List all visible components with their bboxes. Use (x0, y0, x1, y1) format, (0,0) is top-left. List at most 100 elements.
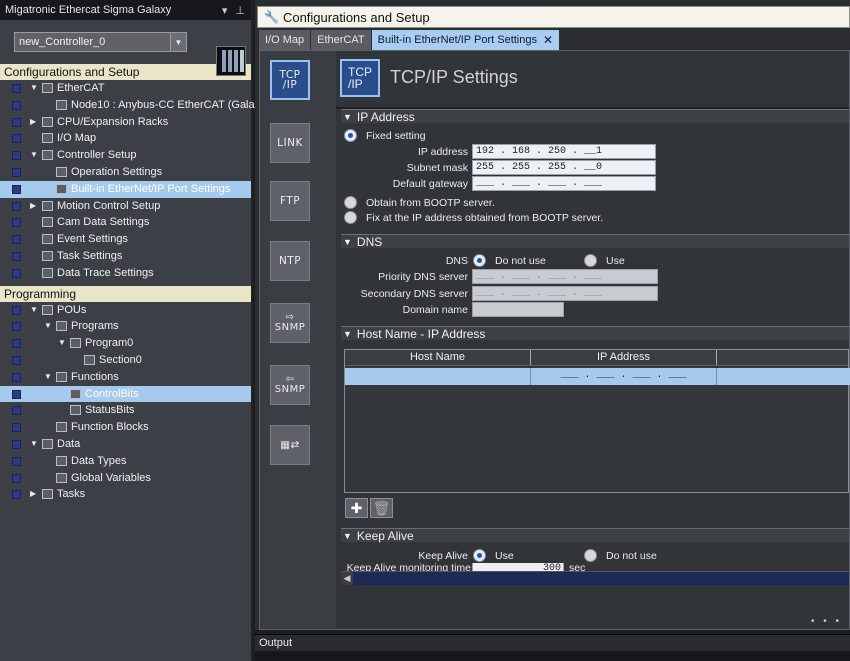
controller-select[interactable]: new_Controller_0 ▼ (14, 32, 187, 52)
tree-item-label: Data (57, 437, 81, 450)
scroll-left-icon[interactable]: ◀ (341, 572, 353, 585)
tree-item-operation-settings[interactable]: Operation Settings (0, 164, 251, 181)
tab-ethercat[interactable]: EtherCAT (311, 30, 372, 50)
item-marker-icon (12, 117, 21, 127)
fixed-setting-label: Fixed setting (366, 130, 426, 142)
tree-item-motion-control-setup[interactable]: ▶ Motion Control Setup (0, 198, 251, 215)
config-section-header[interactable]: Configurations and Setup (0, 64, 251, 80)
host-name-column[interactable]: Host Name (345, 350, 531, 365)
tree-item-label: ControlBits (85, 387, 139, 400)
tree-item-event-settings[interactable]: Event Settings (0, 231, 251, 248)
programming-section-header[interactable]: Programming (0, 285, 251, 302)
collapse-icon: ▼ (343, 236, 352, 247)
packet-filter-icon[interactable]: ▦⇄ (270, 425, 310, 465)
expand-right-icon[interactable]: ▶ (30, 117, 40, 126)
tab-io-map[interactable]: I/O Map (259, 30, 312, 50)
output-panel: Output (255, 634, 850, 661)
subnet-mask-field[interactable]: 255 . 255 . 255 . __0 (472, 160, 656, 175)
dropdown-icon[interactable]: ▾ (222, 4, 228, 17)
fix-bootp-radio[interactable] (344, 211, 357, 224)
host-ip-table: Host Name IP Address ___ . ___ . ___ . _… (344, 349, 850, 493)
tree-item-task-settings[interactable]: Task Settings (0, 248, 251, 265)
tree-item-data-trace-settings[interactable]: Data Trace Settings (0, 265, 251, 282)
delete-row-button[interactable]: 🗑 (370, 498, 393, 518)
link-icon[interactable]: LINK (270, 123, 310, 163)
tree-item-global-variables[interactable]: Global Variables (0, 470, 251, 487)
tree-item-label: Task Settings (57, 249, 123, 262)
tree-item-pous[interactable]: ▼ POUs (0, 302, 251, 319)
resize-grip-icon[interactable]: • • • (782, 616, 842, 628)
table-row[interactable]: ___ . ___ . ___ . ___ (345, 368, 850, 385)
dns-do-not-use-radio[interactable] (473, 254, 486, 267)
tree-item-functions[interactable]: ▼ Functions (0, 369, 251, 386)
ip-address-cell[interactable]: ___ . ___ . ___ . ___ (531, 368, 717, 385)
tree-item-data[interactable]: ▼ Data (0, 436, 251, 453)
wrench-icon: 🔧 (264, 10, 279, 24)
tree-item-program0[interactable]: ▼ Program0 (0, 335, 251, 352)
snmp-trap-icon[interactable]: ⇦ SNMP (270, 365, 310, 405)
expand-down-icon[interactable]: ▼ (44, 321, 54, 330)
host-group-header[interactable]: ▼ Host Name - IP Address (341, 326, 849, 341)
tcpip-page-icon: TCP/IP (340, 59, 380, 97)
ip-address-field[interactable]: 192 . 168 . 250 . __1 (472, 144, 656, 159)
bootp-radio[interactable] (344, 196, 357, 209)
editor-titlebar: 🔧 Configurations and Setup (257, 6, 850, 28)
keepalive-do-not-use-radio[interactable] (584, 549, 597, 562)
expand-right-icon[interactable]: ▶ (30, 489, 40, 498)
group-title: Host Name - IP Address (356, 326, 486, 341)
tree-item-i-o-map[interactable]: I/O Map (0, 130, 251, 147)
close-icon[interactable]: ✕ (543, 33, 553, 47)
tree-item-ethercat[interactable]: ▼ EtherCAT (0, 80, 251, 97)
expand-down-icon[interactable]: ▼ (44, 372, 54, 381)
tree-item-cpu-expansion-racks[interactable]: ▶ CPU/Expansion Racks (0, 114, 251, 131)
tree-item-section0[interactable]: Section0 (0, 352, 251, 369)
tree-item-function-blocks[interactable]: Function Blocks (0, 419, 251, 436)
horizontal-scrollbar[interactable]: ◀ (341, 571, 849, 585)
tab-ethernet-port-settings[interactable]: Built-in EtherNet/IP Port Settings ✕ (371, 30, 561, 50)
bootp-label: Obtain from BOOTP server. (366, 197, 495, 209)
dns-group-header[interactable]: ▼ DNS (341, 234, 849, 249)
domain-name-field[interactable] (472, 302, 564, 317)
add-row-button[interactable]: ✚ (345, 498, 368, 518)
expand-down-icon[interactable]: ▼ (30, 83, 40, 92)
fixed-setting-radio[interactable] (344, 129, 357, 142)
expand-down-icon[interactable]: ▼ (58, 338, 68, 347)
node-icon (56, 422, 67, 433)
keepalive-group-header[interactable]: ▼ Keep Alive (341, 528, 849, 543)
snmp-send-icon[interactable]: ⇨ SNMP (270, 303, 310, 343)
expand-down-icon[interactable]: ▼ (30, 150, 40, 159)
tree-item-statusbits[interactable]: StatusBits (0, 402, 251, 419)
dns-use-radio[interactable] (584, 254, 597, 267)
tab-bar: I/O Map EtherCAT Built-in EtherNet/IP Po… (259, 30, 561, 50)
ip-address-group-header[interactable]: ▼ IP Address (341, 109, 849, 124)
priority-dns-label: Priority DNS server (378, 271, 468, 283)
secondary-dns-field[interactable]: ___ . ___ . ___ . ___ (472, 286, 658, 301)
host-name-cell[interactable] (345, 368, 531, 385)
tree-item-node10-anybus-cc-ethercat-galaxy[interactable]: Node10 : Anybus-CC EtherCAT (Galaxy) (0, 97, 269, 114)
expand-right-icon[interactable]: ▶ (30, 201, 40, 210)
item-marker-icon (12, 151, 21, 161)
keepalive-time-field[interactable]: 300 (472, 563, 564, 571)
ip-address-column[interactable]: IP Address (531, 350, 717, 365)
tree-item-data-types[interactable]: Data Types (0, 453, 251, 470)
tree-item-programs[interactable]: ▼ Programs (0, 318, 251, 335)
item-marker-icon (12, 134, 21, 144)
keepalive-use-radio[interactable] (473, 549, 486, 562)
expand-down-icon[interactable]: ▼ (30, 305, 40, 314)
tree-item-controller-setup[interactable]: ▼ Controller Setup (0, 147, 251, 164)
ntp-icon[interactable]: NTP (270, 241, 310, 281)
chevron-down-icon[interactable]: ▼ (170, 33, 186, 51)
ftp-icon[interactable]: FTP (270, 181, 310, 221)
tcpip-icon[interactable]: TCP/IP (270, 60, 310, 100)
tree-item-built-in-ethernet-ip-port-settings[interactable]: Built-in EtherNet/IP Port Settings (0, 180, 251, 198)
tree-item-cam-data-settings[interactable]: Cam Data Settings (0, 214, 251, 231)
expand-down-icon[interactable]: ▼ (30, 439, 40, 448)
priority-dns-field[interactable]: ___ . ___ . ___ . ___ (472, 269, 658, 284)
group-title: DNS (356, 234, 383, 249)
tree-item-tasks[interactable]: ▶ Tasks (0, 486, 251, 503)
explorer-titlebar: Migatronic Ethercat Sigma Galaxy ▾ ⊥ (0, 0, 251, 20)
pin-icon[interactable]: ⊥ (235, 4, 245, 17)
default-gateway-field[interactable]: ___ . ___ . ___ . ___ (472, 176, 656, 191)
controller-device-icon[interactable] (216, 46, 246, 76)
tree-item-controlbits[interactable]: ControlBits (0, 385, 251, 403)
